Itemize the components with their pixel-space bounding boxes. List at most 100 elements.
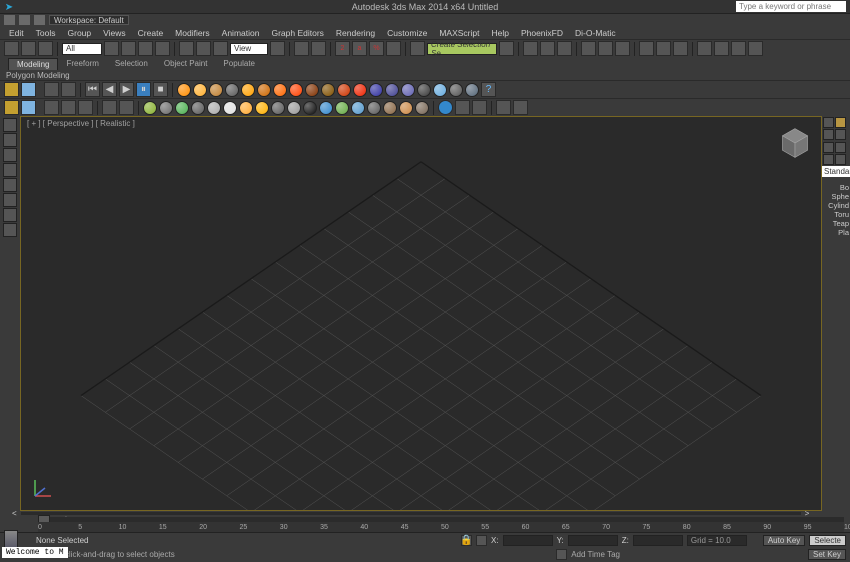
scale-icon[interactable] [213, 41, 228, 56]
snap-percent-icon[interactable]: % [369, 41, 384, 56]
fx-orb-9-icon[interactable] [321, 83, 335, 97]
fx2-orb-2-icon[interactable] [175, 101, 189, 115]
lock-selection-icon[interactable]: 🔒 [461, 535, 472, 546]
layers-icon[interactable] [540, 41, 555, 56]
fx-orb-14-icon[interactable] [401, 83, 415, 97]
fx-orb-17-icon[interactable] [449, 83, 463, 97]
tab-selection[interactable]: Selection [107, 58, 156, 69]
link-icon[interactable] [34, 15, 45, 25]
edit-named-sel-icon[interactable] [410, 41, 425, 56]
prev-frame-icon[interactable]: ◀ [102, 82, 117, 97]
x-coord-input[interactable] [503, 535, 553, 546]
fx2-orb-8-icon[interactable] [271, 101, 285, 115]
prim-torus-button[interactable]: Toru [822, 210, 850, 219]
bind-spacewarp-icon[interactable] [38, 41, 53, 56]
fx2-orb-12-icon[interactable] [335, 101, 349, 115]
fx-orb-1-icon[interactable] [193, 83, 207, 97]
tb-extra3-icon[interactable] [731, 41, 746, 56]
move-icon[interactable] [179, 41, 194, 56]
menu-phoenixfd[interactable]: PhoenixFD [516, 28, 568, 38]
plugin-btn-b19[interactable] [438, 100, 453, 115]
prim-box-button[interactable]: Bo [822, 183, 850, 192]
timeconfig-icon[interactable] [556, 549, 567, 560]
curve-editor-icon[interactable] [581, 41, 596, 56]
fx2-orb-1-icon[interactable] [159, 101, 173, 115]
fx2-orb-16-icon[interactable] [399, 101, 413, 115]
fx-orb-7-icon[interactable] [289, 83, 303, 97]
unlink-icon[interactable] [21, 41, 36, 56]
goto-start-icon[interactable]: ⏮ [85, 82, 100, 97]
workspace-selector[interactable]: Workspace: Default [49, 15, 129, 25]
named-selection-dropdown[interactable]: Create Selection Se [427, 43, 497, 55]
play-icon[interactable]: ▶ [119, 82, 134, 97]
menu-create[interactable]: Create [133, 28, 169, 38]
fx2-orb-5-icon[interactable] [223, 101, 237, 115]
cmd-category-dropdown[interactable]: Standard [822, 166, 850, 177]
fx-orb-11-icon[interactable] [353, 83, 367, 97]
plugin-btn-b21[interactable] [472, 100, 487, 115]
menu-maxscript[interactable]: MAXScript [434, 28, 484, 38]
help-icon[interactable]: ? [481, 82, 496, 97]
tab-freeform[interactable]: Freeform [58, 58, 106, 69]
menu-modifiers[interactable]: Modifiers [170, 28, 214, 38]
plugin-btn-a4[interactable] [61, 82, 76, 97]
display-layers-icon[interactable] [557, 41, 572, 56]
left-tool-4[interactable] [3, 163, 17, 177]
fx2-orb-10-icon[interactable] [303, 101, 317, 115]
prim-plane-button[interactable]: Pla [822, 228, 850, 237]
shapes-tab-icon[interactable] [835, 142, 846, 153]
fx-orb-15-icon[interactable] [417, 83, 431, 97]
tab-objectpaint[interactable]: Object Paint [156, 58, 216, 69]
fx-orb-0-icon[interactable] [177, 83, 191, 97]
plugin-btn-b20[interactable] [455, 100, 470, 115]
cameras-tab-icon[interactable] [835, 154, 846, 165]
mirror-icon[interactable] [499, 41, 514, 56]
time-ruler[interactable]: 0510152025303540455055606570758085909510… [38, 522, 844, 532]
menu-grapheditors[interactable]: Graph Editors [266, 28, 328, 38]
fx-orb-18-icon[interactable] [465, 83, 479, 97]
left-tool-3[interactable] [3, 148, 17, 162]
select-region-icon[interactable] [138, 41, 153, 56]
add-time-tag[interactable]: Add Time Tag [571, 550, 620, 559]
create-tab-icon[interactable] [823, 117, 834, 128]
fx2-orb-17-icon[interactable] [415, 101, 429, 115]
fx2-orb-7-icon[interactable] [255, 101, 269, 115]
plugin-btn-b5[interactable] [78, 100, 93, 115]
render-production-icon[interactable] [673, 41, 688, 56]
z-coord-input[interactable] [633, 535, 683, 546]
rotate-icon[interactable] [196, 41, 211, 56]
plugin-btn-b4[interactable] [61, 100, 76, 115]
help-search-input[interactable]: Type a keyword or phrase [736, 1, 846, 12]
left-tool-7[interactable] [3, 208, 17, 222]
viewcube-icon[interactable] [777, 125, 813, 161]
use-center-icon[interactable] [270, 41, 285, 56]
fx2-orb-6-icon[interactable] [239, 101, 253, 115]
pause-icon[interactable]: ⏸ [136, 82, 151, 97]
autokey-button[interactable]: Auto Key [763, 535, 805, 546]
selection-filter-dropdown[interactable]: All [62, 43, 102, 55]
plugin-btn-b6[interactable] [102, 100, 117, 115]
render-setup-icon[interactable] [639, 41, 654, 56]
redo-icon[interactable] [19, 15, 30, 25]
undo-icon[interactable] [4, 15, 15, 25]
menu-edit[interactable]: Edit [4, 28, 29, 38]
menu-tools[interactable]: Tools [31, 28, 61, 38]
viewport[interactable]: [ + ] [ Perspective ] [ Realistic ] [20, 116, 822, 511]
select-name-icon[interactable] [121, 41, 136, 56]
welcome-popup[interactable]: Welcome to M [2, 547, 68, 558]
menu-views[interactable]: Views [98, 28, 131, 38]
window-crossing-icon[interactable] [155, 41, 170, 56]
geometry-tab-icon[interactable] [823, 142, 834, 153]
fx-orb-16-icon[interactable] [433, 83, 447, 97]
menu-customize[interactable]: Customize [382, 28, 432, 38]
fx2-orb-11-icon[interactable] [319, 101, 333, 115]
setkey-button[interactable]: Set Key [808, 549, 846, 560]
fx2-orb-14-icon[interactable] [367, 101, 381, 115]
fx-orb-13-icon[interactable] [385, 83, 399, 97]
plugin-btn-b1[interactable] [4, 100, 19, 115]
fx-orb-2-icon[interactable] [209, 83, 223, 97]
select-object-icon[interactable] [104, 41, 119, 56]
tb-extra2-icon[interactable] [714, 41, 729, 56]
motion-tab-icon[interactable] [835, 129, 846, 140]
prim-teapot-button[interactable]: Teap [822, 219, 850, 228]
